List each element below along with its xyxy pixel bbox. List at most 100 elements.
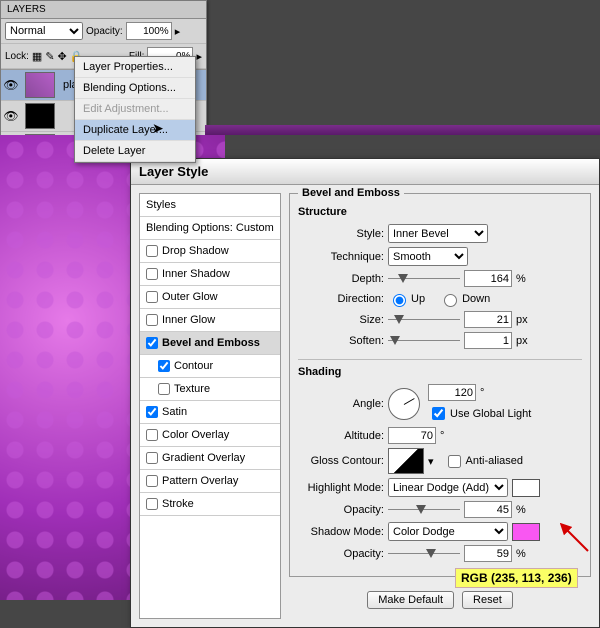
visibility-icon[interactable]: 👁 xyxy=(1,78,21,92)
highlight-opacity-label: Opacity: xyxy=(298,504,384,516)
style-drop-shadow[interactable]: Drop Shadow xyxy=(140,240,280,263)
layer-thumbnail[interactable] xyxy=(25,103,55,129)
technique-label: Technique: xyxy=(298,251,384,263)
ctx-duplicate-layer[interactable]: Duplicate Layer... xyxy=(75,120,195,141)
depth-unit: % xyxy=(516,273,532,285)
depth-input[interactable] xyxy=(464,270,512,287)
style-texture[interactable]: Texture xyxy=(140,378,280,401)
soften-slider[interactable] xyxy=(388,333,460,349)
altitude-label: Altitude: xyxy=(298,430,384,442)
layers-tab[interactable]: LAYERS xyxy=(1,1,206,19)
styles-list: Styles Blending Options: Custom Drop Sha… xyxy=(139,193,281,619)
style-inner-glow[interactable]: Inner Glow xyxy=(140,309,280,332)
checkbox[interactable] xyxy=(146,429,158,441)
shading-heading: Shading xyxy=(298,359,582,378)
size-label: Size: xyxy=(298,314,384,326)
soften-input[interactable] xyxy=(464,332,512,349)
checkbox[interactable] xyxy=(146,245,158,257)
style-label: Style: xyxy=(298,228,384,240)
checkbox[interactable] xyxy=(158,360,170,372)
bevel-heading: Bevel and Emboss xyxy=(298,187,404,199)
checkbox[interactable] xyxy=(146,291,158,303)
ctx-edit-adjustment: Edit Adjustment... xyxy=(75,99,195,120)
checkbox[interactable] xyxy=(146,452,158,464)
style-pattern-overlay[interactable]: Pattern Overlay xyxy=(140,470,280,493)
bevel-fieldset: Bevel and Emboss Structure Style: Inner … xyxy=(289,193,591,577)
lock-move-icon[interactable]: ✥ xyxy=(58,50,67,63)
style-outer-glow[interactable]: Outer Glow xyxy=(140,286,280,309)
ctx-delete-layer[interactable]: Delete Layer xyxy=(75,141,195,162)
soften-label: Soften: xyxy=(298,335,384,347)
dialog-title: Layer Style xyxy=(131,159,599,185)
direction-label: Direction: xyxy=(298,293,384,305)
technique-select[interactable]: Smooth xyxy=(388,247,468,266)
soften-unit: px xyxy=(516,335,532,347)
direction-up-radio[interactable]: Up xyxy=(388,291,425,307)
canvas-strip xyxy=(205,125,600,135)
angle-unit: ° xyxy=(480,387,496,399)
highlight-color-swatch[interactable] xyxy=(512,479,540,497)
shadow-mode-select[interactable]: Color Dodge xyxy=(388,522,508,541)
rgb-callout: RGB (235, 113, 236) xyxy=(455,568,578,588)
cursor-icon: ➤ xyxy=(152,120,164,137)
direction-down-radio[interactable]: Down xyxy=(439,291,490,307)
angle-input[interactable] xyxy=(428,384,476,401)
highlight-opacity-input[interactable] xyxy=(464,501,512,518)
ctx-blending-options[interactable]: Blending Options... xyxy=(75,78,195,99)
highlight-mode-select[interactable]: Linear Dodge (Add) xyxy=(388,478,508,497)
style-bevel-emboss[interactable]: Bevel and Emboss xyxy=(140,332,280,355)
checkbox[interactable] xyxy=(146,475,158,487)
styles-header[interactable]: Styles xyxy=(140,194,280,217)
global-light-checkbox[interactable]: Use Global Light xyxy=(428,404,531,423)
checkbox[interactable] xyxy=(146,337,158,349)
fill-chevron-icon[interactable]: ▸ xyxy=(196,50,202,63)
size-unit: px xyxy=(516,314,532,326)
altitude-unit: ° xyxy=(440,430,456,442)
style-select[interactable]: Inner Bevel xyxy=(388,224,488,243)
make-default-button[interactable]: Make Default xyxy=(367,591,454,609)
altitude-input[interactable] xyxy=(388,427,436,444)
style-contour[interactable]: Contour xyxy=(140,355,280,378)
gloss-contour-label: Gloss Contour: xyxy=(298,455,384,467)
size-input[interactable] xyxy=(464,311,512,328)
opacity-input[interactable] xyxy=(126,22,172,40)
checkbox[interactable] xyxy=(146,314,158,326)
opacity-chevron-icon[interactable]: ▸ xyxy=(175,25,181,38)
blend-mode-select[interactable]: Normal xyxy=(5,22,83,40)
layer-thumbnail[interactable] xyxy=(25,72,55,98)
shadow-color-swatch[interactable] xyxy=(512,523,540,541)
style-gradient-overlay[interactable]: Gradient Overlay xyxy=(140,447,280,470)
visibility-icon[interactable]: 👁 xyxy=(1,109,21,123)
depth-slider[interactable] xyxy=(388,271,460,287)
lock-label: Lock: xyxy=(5,51,29,62)
shadow-opacity-label: Opacity: xyxy=(298,548,384,560)
angle-widget[interactable] xyxy=(388,388,420,420)
highlight-mode-label: Highlight Mode: xyxy=(298,482,384,494)
style-inner-shadow[interactable]: Inner Shadow xyxy=(140,263,280,286)
reset-button[interactable]: Reset xyxy=(462,591,513,609)
style-stroke[interactable]: Stroke xyxy=(140,493,280,516)
shadow-opacity-unit: % xyxy=(516,548,532,560)
blending-options-item[interactable]: Blending Options: Custom xyxy=(140,217,280,240)
style-satin[interactable]: Satin xyxy=(140,401,280,424)
anti-aliased-checkbox[interactable]: Anti-aliased xyxy=(444,452,523,471)
style-color-overlay[interactable]: Color Overlay xyxy=(140,424,280,447)
highlight-opacity-slider[interactable] xyxy=(388,502,460,518)
layer-style-dialog: Layer Style Styles Blending Options: Cus… xyxy=(130,158,600,628)
size-slider[interactable] xyxy=(388,312,460,328)
gloss-contour-picker[interactable] xyxy=(388,448,424,474)
angle-label: Angle: xyxy=(298,398,384,410)
checkbox[interactable] xyxy=(146,498,158,510)
structure-heading: Structure xyxy=(298,206,582,218)
lock-transparent-icon[interactable]: ▦ xyxy=(32,50,42,63)
lock-brush-icon[interactable]: ✎ xyxy=(45,50,54,63)
checkbox[interactable] xyxy=(146,268,158,280)
gloss-chevron-icon[interactable]: ▾ xyxy=(428,455,434,468)
ctx-layer-properties[interactable]: Layer Properties... xyxy=(75,57,195,78)
checkbox[interactable] xyxy=(158,383,170,395)
checkbox[interactable] xyxy=(146,406,158,418)
depth-label: Depth: xyxy=(298,273,384,285)
annotation-arrow-icon xyxy=(560,523,590,553)
shadow-opacity-input[interactable] xyxy=(464,545,512,562)
shadow-opacity-slider[interactable] xyxy=(388,546,460,562)
